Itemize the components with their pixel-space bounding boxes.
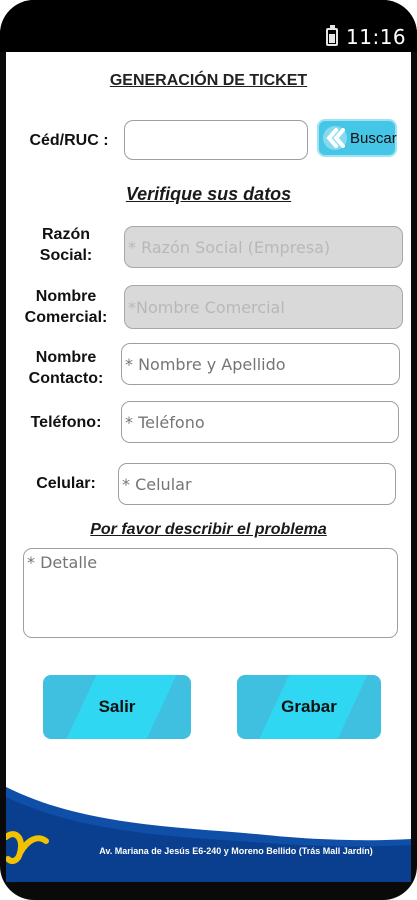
celular-label: Celular: bbox=[36, 475, 96, 492]
brand-logo-icon bbox=[6, 831, 49, 864]
page-title: GENERACIÓN DE TICKET bbox=[109, 72, 308, 89]
search-button[interactable]: Buscar bbox=[317, 119, 397, 157]
status-bar: 11:16 bbox=[0, 0, 417, 52]
nombre-contacto-label: Nombre Contacto: bbox=[20, 347, 112, 389]
ced-ruc-label: Céd/RUC : bbox=[29, 132, 109, 149]
razon-social-label-line2: Social: bbox=[39, 247, 93, 264]
razon-social-field[interactable]: * Razón Social (Empresa) bbox=[124, 226, 403, 268]
nombre-contacto-label-line2: Contacto: bbox=[28, 370, 104, 387]
nombre-comercial-field[interactable]: *Nombre Comercial bbox=[124, 285, 403, 329]
footer-address: Av. Mariana de Jesús E6-240 y Moreno Bel… bbox=[99, 846, 373, 856]
telefono-label: Teléfono: bbox=[30, 414, 102, 431]
nombre-comercial-label-line2: Comercial: bbox=[24, 309, 108, 326]
app-screen: GENERACIÓN DE TICKET Céd/RUC : Buscar Ve… bbox=[6, 52, 411, 882]
nombre-comercial-label-line1: Nombre bbox=[35, 288, 97, 305]
exit-button[interactable]: Salir bbox=[43, 675, 191, 739]
search-button-label: Buscar bbox=[350, 129, 397, 147]
razon-social-label: Razón Social: bbox=[20, 224, 112, 266]
verify-title: Verifique sus datos bbox=[125, 184, 292, 204]
detalle-textarea[interactable] bbox=[23, 548, 398, 638]
device-frame: 11:16 GENERACIÓN DE TICKET Céd/RUC : Bus… bbox=[0, 0, 417, 900]
nombre-contacto-input[interactable] bbox=[121, 343, 400, 385]
telefono-input[interactable] bbox=[121, 401, 399, 443]
double-chevron-left-icon bbox=[322, 124, 348, 152]
save-button[interactable]: Grabar bbox=[237, 675, 381, 739]
nombre-comercial-label: Nombre Comercial: bbox=[20, 286, 112, 328]
razon-social-label-line1: Razón bbox=[42, 226, 90, 243]
footer-banner: Av. Mariana de Jesús E6-240 y Moreno Bel… bbox=[6, 787, 411, 882]
footer-wave bbox=[6, 787, 411, 882]
nombre-contacto-label-line1: Nombre bbox=[35, 349, 97, 366]
status-time: 11:16 bbox=[346, 25, 407, 49]
battery-icon bbox=[326, 25, 338, 46]
celular-input[interactable] bbox=[118, 463, 396, 505]
problem-title: Por favor describir el problema bbox=[90, 521, 327, 538]
ced-ruc-input[interactable] bbox=[124, 120, 308, 160]
